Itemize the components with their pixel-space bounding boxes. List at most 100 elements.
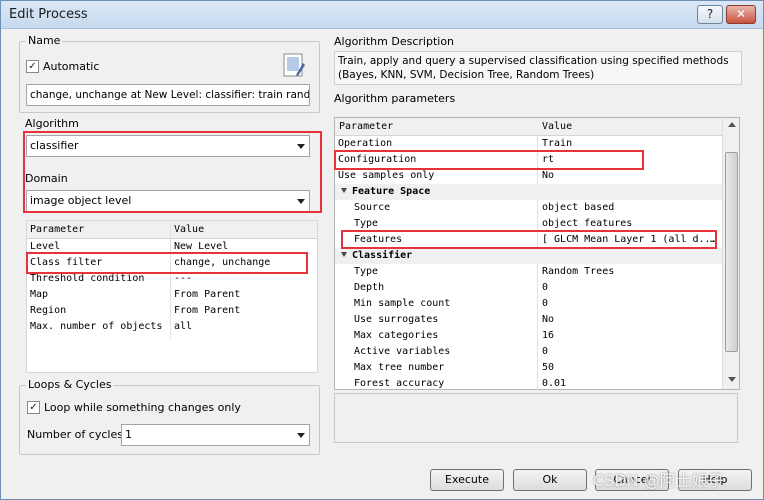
table-row[interactable]: Level New Level [27, 239, 317, 255]
table-row[interactable]: Region From Parent [27, 303, 317, 319]
algorithm-select[interactable]: classifier [26, 135, 310, 157]
category-feature-space[interactable]: Feature Space [335, 184, 722, 200]
params-vertical-scrollbar[interactable] [722, 118, 739, 389]
execute-button[interactable]: Execute [430, 469, 504, 491]
table-row[interactable]: Max. number of objects all [27, 319, 317, 335]
title-bar: Edit Process ? ✕ [1, 1, 763, 29]
scrollbar-thumb[interactable] [725, 152, 738, 352]
domain-row-value: change, unchange [174, 257, 271, 268]
help-button[interactable]: Help [678, 469, 752, 491]
category-label: Classifier [341, 248, 412, 264]
param-row-name: Use samples only [338, 170, 435, 181]
domain-row-value: all [174, 321, 193, 332]
chevron-down-icon [297, 144, 305, 149]
params-grid-header: Parameter Value [335, 118, 722, 136]
domain-header-parameter: Parameter [30, 224, 85, 235]
param-row-value: 0 [542, 298, 549, 309]
domain-row-value: New Level [174, 241, 229, 252]
cycles-select[interactable]: 1 [121, 424, 310, 446]
domain-row-param: Region [30, 305, 67, 316]
param-row-value: 0 [542, 282, 549, 293]
table-row[interactable]: Max tree number 50 [335, 360, 722, 376]
param-row-value: 0 [542, 346, 549, 357]
description-label: Algorithm Description [334, 35, 455, 48]
domain-value: image object level [30, 194, 132, 207]
domain-row-value: From Parent [174, 289, 241, 300]
scroll-down-icon[interactable] [728, 377, 736, 382]
param-row-value: No [542, 170, 555, 181]
name-edit-icon[interactable] [283, 53, 305, 77]
help-titlebar-button[interactable]: ? [697, 5, 723, 24]
domain-row-param: Class filter [30, 257, 103, 268]
edit-process-dialog: Edit Process ? ✕ Name ✓ Automatic change… [0, 0, 764, 500]
param-row-name: Depth [354, 282, 385, 293]
domain-parameter-grid[interactable]: Parameter Value Level New Level Class fi… [26, 220, 318, 373]
domain-row-param: Max. number of objects [30, 321, 163, 332]
table-row[interactable]: Class filter change, unchange [27, 255, 317, 271]
params-header-parameter: Parameter [339, 121, 394, 132]
param-row-name: Min sample count [354, 298, 451, 309]
table-row[interactable]: Min sample count 0 [335, 296, 722, 312]
table-row[interactable]: Configuration rt [335, 152, 722, 168]
name-group-label: Name [26, 34, 63, 47]
table-row[interactable]: Depth 0 [335, 280, 722, 296]
param-row-name: Max tree number [354, 362, 445, 373]
category-label: Feature Space [341, 184, 430, 200]
domain-row-param: Map [30, 289, 49, 300]
algorithm-label: Algorithm [25, 117, 79, 130]
table-row[interactable]: Max categories 16 [335, 328, 722, 344]
scroll-up-icon[interactable] [728, 122, 736, 127]
param-row-name: Max categories [354, 330, 439, 341]
param-row-name: Source [354, 202, 391, 213]
algorithm-parameter-grid[interactable]: Parameter Value Operation Train Configur… [334, 117, 740, 390]
param-row-name: Configuration [338, 154, 417, 165]
ok-button[interactable]: Ok [513, 469, 587, 491]
loops-group-label: Loops & Cycles [26, 378, 114, 391]
domain-header-value: Value [174, 224, 205, 235]
table-row[interactable]: Features [ GLCM Mean Layer 1 (all d... … [335, 232, 722, 248]
chevron-down-icon [297, 199, 305, 204]
param-row-value: Train [542, 138, 573, 149]
domain-label: Domain [25, 172, 68, 185]
table-row[interactable]: Map From Parent [27, 287, 317, 303]
param-row-name: Features [354, 234, 403, 245]
param-row-value: 0.01 [542, 378, 567, 389]
close-button[interactable]: ✕ [726, 5, 756, 24]
table-row[interactable]: Active variables 0 [335, 344, 722, 360]
param-row-name: Operation [338, 138, 393, 149]
table-row[interactable]: Operation Train [335, 136, 722, 152]
param-row-value: object features [542, 218, 633, 229]
cancel-button[interactable]: Cancel [595, 469, 669, 491]
parameter-description-box [334, 393, 738, 443]
table-row[interactable]: Source object based [335, 200, 722, 216]
cycles-value: 1 [125, 428, 132, 441]
domain-select[interactable]: image object level [26, 190, 310, 212]
param-row-value: rt [542, 154, 555, 165]
cycles-label: Number of cycles [27, 428, 123, 441]
param-row-value: No [542, 314, 555, 325]
table-row[interactable]: Forest accuracy 0.01 [335, 376, 722, 392]
param-row-value: Random Trees [542, 266, 615, 277]
param-row-value: object based [542, 202, 615, 213]
domain-row-value: From Parent [174, 305, 241, 316]
collapse-triangle-icon [341, 252, 347, 257]
table-row[interactable]: Type Random Trees [335, 264, 722, 280]
params-label: Algorithm parameters [334, 92, 456, 105]
param-row-name: Forest accuracy [354, 378, 445, 389]
algorithm-value: classifier [30, 139, 79, 152]
table-row[interactable]: Use samples only No [335, 168, 722, 184]
params-header-value: Value [542, 121, 573, 132]
table-row[interactable]: Type object features [335, 216, 722, 232]
table-row[interactable]: Threshold condition --- [27, 271, 317, 287]
automatic-checkbox[interactable]: ✓ [26, 60, 39, 73]
chevron-down-icon [297, 433, 305, 438]
features-ellipsis-button[interactable]: … [710, 232, 720, 248]
param-row-value: [ GLCM Mean Layer 1 (all d... [542, 234, 714, 245]
param-row-value: 16 [542, 330, 555, 341]
category-classifier[interactable]: Classifier [335, 248, 722, 264]
loop-checkbox[interactable]: ✓ [27, 401, 40, 414]
table-row[interactable]: Use surrogates No [335, 312, 722, 328]
name-input[interactable]: change, unchange at New Level: classifie… [26, 84, 310, 106]
param-row-name: Use surrogates [354, 314, 439, 325]
param-row-value: 50 [542, 362, 555, 373]
